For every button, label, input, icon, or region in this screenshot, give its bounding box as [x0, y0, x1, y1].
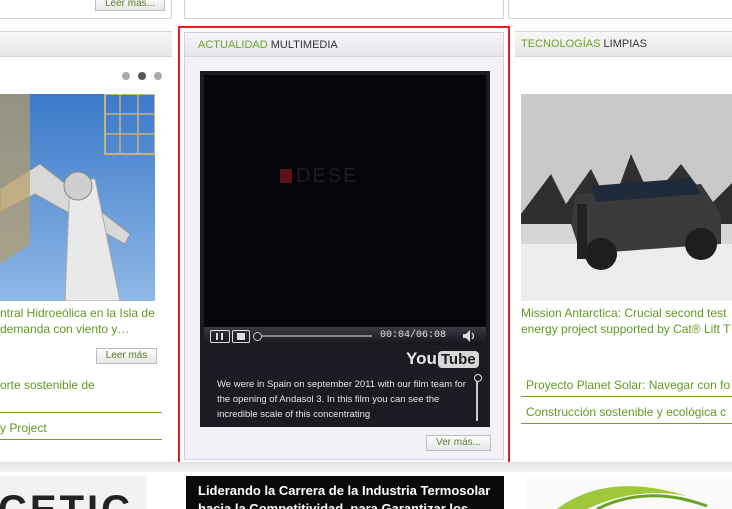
cetic-logo-text: CETIC	[0, 488, 133, 509]
multimedia-panel: ACTUALIDAD MULTIMEDIA DESE 00:04/06:08 Y…	[184, 32, 504, 460]
right-divider-2	[521, 423, 732, 424]
video-progress-handle[interactable]	[253, 332, 262, 341]
pause-button[interactable]	[210, 330, 230, 343]
youtube-logo-tube: Tube	[437, 351, 479, 368]
leaf-logo-banner[interactable]	[527, 476, 732, 509]
left-link-1[interactable]: orte sostenible de	[0, 377, 165, 393]
video-overlay-text: DESE	[296, 165, 359, 187]
pause-icon-bar-2	[221, 333, 223, 340]
youtube-logo[interactable]: You Tube	[406, 349, 479, 368]
description-scrollbar[interactable]	[476, 377, 478, 421]
multimedia-highlight-frame: ACTUALIDAD MULTIMEDIA DESE 00:04/06:08 Y…	[178, 26, 510, 466]
left-news-line1: ntral Hidroeólica en la Isla de	[0, 306, 155, 320]
video-player[interactable]: DESE 00:04/06:08 You Tube We were in Spa…	[200, 71, 490, 427]
leer-mas-button[interactable]: Leer más	[96, 348, 157, 364]
right-news-line1: Mission Antarctica: Crucial second test	[521, 306, 727, 320]
termosolar-banner[interactable]: Liderando la Carrera de la Industria Ter…	[186, 476, 504, 509]
right-link-2[interactable]: Construcción sostenible y ecológica c	[526, 404, 732, 420]
wind-turbine-image[interactable]	[0, 94, 155, 301]
multimedia-header: ACTUALIDAD MULTIMEDIA	[185, 33, 503, 57]
description-scroll-handle[interactable]	[474, 374, 482, 382]
top-card-center	[184, 0, 504, 19]
left-news-line2: demanda con viento y…	[0, 322, 130, 336]
right-news-title[interactable]: Mission Antarctica: Crucial second test …	[521, 305, 732, 337]
multimedia-heading-dark: MULTIMEDIA	[270, 39, 338, 51]
top-card-left: Leer más...	[0, 0, 172, 19]
video-time: 00:04/06:08	[380, 330, 447, 341]
left-divider-2	[0, 439, 162, 440]
video-control-bar: 00:04/06:08	[204, 327, 486, 345]
carousel-dot-1[interactable]	[122, 72, 130, 80]
pause-icon-bar-1	[216, 333, 218, 340]
time-current: 00:04	[380, 330, 411, 341]
carousel-dot-3[interactable]	[154, 72, 162, 80]
video-screen[interactable]: DESE	[204, 75, 486, 327]
stop-icon	[237, 333, 245, 340]
right-link-1[interactable]: Proyecto Planet Solar: Navegar con fo	[526, 377, 732, 393]
volume-icon[interactable]	[462, 329, 478, 343]
bottom-separator	[0, 462, 732, 472]
left-link-2[interactable]: y Project	[0, 420, 165, 436]
left-divider-1	[0, 412, 162, 413]
ver-mas-button[interactable]: Ver más...	[426, 435, 491, 451]
right-section-header: TECNOLOGÍAS LIMPIAS	[515, 31, 732, 57]
multimedia-heading-green: ACTUALIDAD	[198, 39, 268, 51]
carousel-dot-2[interactable]	[138, 72, 146, 80]
left-section-header	[0, 31, 172, 57]
video-description: We were in Spain on september 2011 with …	[217, 379, 466, 420]
video-progress-track[interactable]	[256, 335, 372, 337]
antarctica-vehicle-image[interactable]	[521, 94, 732, 301]
banner-line2: hacia la Competitividad, para Garantizar…	[198, 501, 469, 509]
time-total: 06:08	[416, 330, 447, 341]
right-heading-dark: LIMPIAS	[603, 38, 647, 50]
right-news-line2: energy project supported by Cat® Lift T	[521, 322, 731, 336]
leer-mas-button-top[interactable]: Leer más...	[95, 0, 165, 11]
cetic-logo-banner[interactable]: CETIC	[0, 476, 147, 509]
top-card-right	[508, 0, 732, 19]
youtube-logo-you: You	[406, 349, 437, 368]
banner-line1: Liderando la Carrera de la Industria Ter…	[198, 483, 491, 498]
left-news-title[interactable]: ntral Hidroeólica en la Isla de demanda …	[0, 305, 160, 337]
stop-button[interactable]	[232, 330, 250, 343]
leaf-icon	[557, 486, 708, 509]
right-heading-green: TECNOLOGÍAS	[521, 38, 601, 50]
video-logo-mark	[280, 169, 292, 183]
right-divider-1	[521, 396, 732, 397]
